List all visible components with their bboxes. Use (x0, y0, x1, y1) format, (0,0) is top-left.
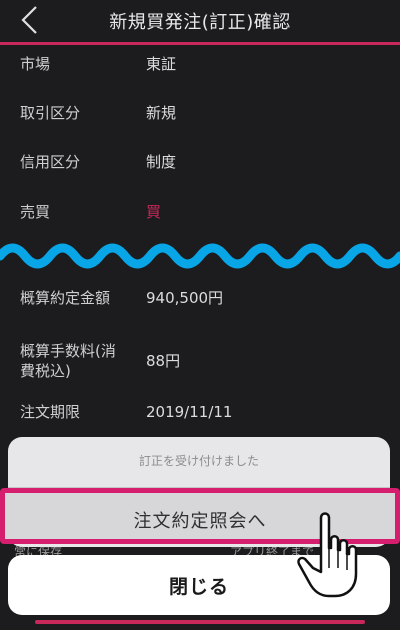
bottom-accent-bar (35, 620, 365, 624)
row-value: 買 (146, 203, 162, 221)
row-value: 制度 (146, 153, 177, 171)
row-label: 取引区分 (20, 104, 81, 122)
row-value: 88円 (146, 352, 181, 370)
page-title: 新規買発注(訂正)確認 (109, 12, 291, 33)
row-value: 940,500円 (146, 289, 224, 307)
wave-divider (0, 243, 400, 269)
row-label: 市場 (20, 55, 51, 73)
row-value: 東証 (146, 55, 177, 73)
row-label: 概算約定金額 (20, 289, 111, 307)
row-label: 概算手数料(消 (20, 342, 116, 360)
header-bar: 新規買発注(訂正)確認 (0, 0, 400, 45)
row-label: 注文期限 (20, 403, 81, 421)
row-value: 2019/11/11 (146, 403, 233, 421)
row-value: 新規 (146, 104, 177, 122)
tap-hand-icon (297, 512, 358, 598)
sheet-message: 訂正を受け付けました (138, 454, 259, 468)
row-label-line2: 費税込) (20, 362, 71, 380)
row-label: 売買 (20, 203, 51, 221)
row-label: 信用区分 (20, 153, 81, 171)
